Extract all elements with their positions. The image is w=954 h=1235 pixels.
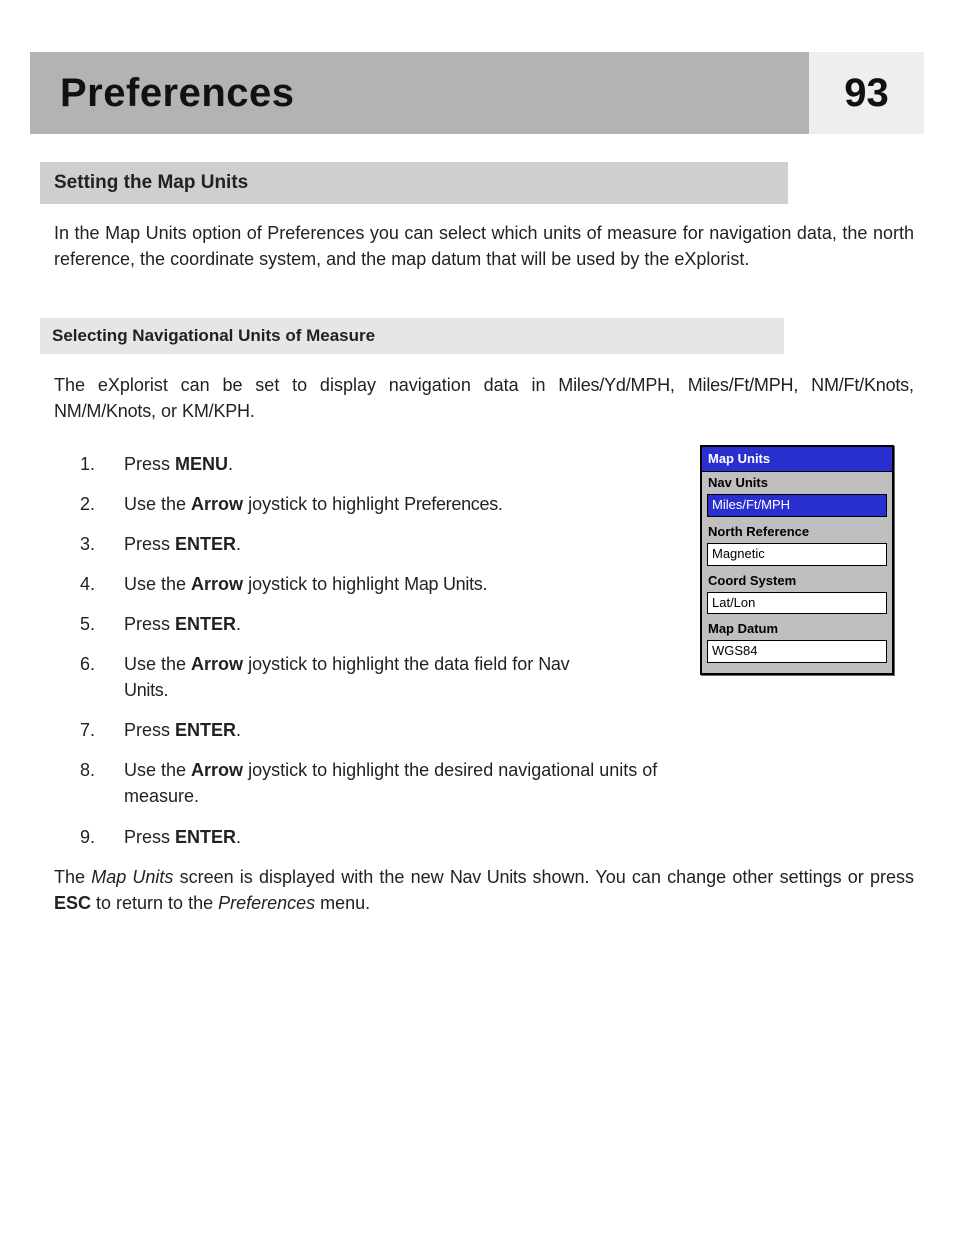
device-row: Coord System Lat/Lon: [702, 570, 892, 615]
lead-sep2: ,: [793, 375, 811, 395]
device-label-map-datum: Map Datum: [702, 618, 892, 639]
section-heading: Setting the Map Units: [40, 162, 788, 204]
step-item: Use the Arrow joystick to highlight Pref…: [80, 491, 604, 517]
lead-sep3: ,: [909, 375, 914, 395]
key-enter: ENTER: [175, 720, 236, 740]
unit-option-5: KM/KPH: [182, 401, 250, 421]
key-arrow: Arrow: [191, 760, 243, 780]
lead-pre: The eXplorist can be set to display navi…: [54, 375, 558, 395]
step-item: Press ENTER.: [80, 611, 604, 637]
unit-option-3: NM/Ft/Knots: [811, 375, 909, 395]
step-item: Use the Arrow joystick to highlight Map …: [80, 571, 604, 597]
device-row: North Reference Magnetic: [702, 521, 892, 566]
step-item: Press ENTER.: [80, 531, 604, 557]
unit-option-4: NM/M/Knots: [54, 401, 151, 421]
device-label-nav-units: Nav Units: [702, 472, 892, 493]
key-enter: ENTER: [175, 827, 236, 847]
step-item: Use the Arrow joystick to highlight the …: [80, 651, 604, 703]
closing-paragraph: The Map Units screen is displayed with t…: [54, 864, 914, 916]
unit-option-2: Miles/Ft/MPH: [688, 375, 794, 395]
term-nav-units: Nav Units: [450, 867, 527, 887]
unit-option-1: Miles/Yd/MPH: [558, 375, 670, 395]
key-arrow: Arrow: [191, 574, 243, 594]
subsection-heading: Selecting Navigational Units of Measure: [40, 318, 784, 355]
step-item: Press ENTER.: [80, 824, 604, 850]
key-arrow: Arrow: [191, 654, 243, 674]
device-value-coord-sys: Lat/Lon: [707, 592, 887, 615]
device-value-north-ref: Magnetic: [707, 543, 887, 566]
term-preferences-italic: Preferences: [218, 893, 315, 913]
step-list: Press MENU. Use the Arrow joystick to hi…: [80, 451, 676, 850]
key-enter: ENTER: [175, 534, 236, 554]
header-title-cell: Preferences: [30, 52, 809, 134]
intro-paragraph: In the Map Units option of Preferences y…: [54, 220, 914, 272]
term-map-units: Map Units: [404, 574, 482, 594]
device-value-nav-units: Miles/Ft/MPH: [707, 494, 887, 517]
lead-post: .: [250, 401, 255, 421]
page-title: Preferences: [60, 71, 295, 115]
page-header: Preferences 93: [0, 0, 954, 134]
device-value-map-datum: WGS84: [707, 640, 887, 663]
device-row: Map Datum WGS84: [702, 618, 892, 663]
device-footer-spacer: [702, 667, 892, 673]
device-screenshot: Map Units Nav Units Miles/Ft/MPH North R…: [700, 445, 894, 676]
key-enter: ENTER: [175, 614, 236, 634]
device-label-coord-sys: Coord System: [702, 570, 892, 591]
lead-sep1: ,: [670, 375, 688, 395]
device-label-north-ref: North Reference: [702, 521, 892, 542]
key-esc: ESC: [54, 893, 91, 913]
lead-sep4: , or: [151, 401, 182, 421]
step-item: Use the Arrow joystick to highlight the …: [80, 757, 676, 809]
step-item: Press ENTER.: [80, 717, 604, 743]
key-arrow: Arrow: [191, 494, 243, 514]
term-preferences: Preferences: [404, 494, 498, 514]
steps-and-device: Press MENU. Use the Arrow joystick to hi…: [40, 437, 914, 864]
step-item: Press MENU.: [80, 451, 604, 477]
page-number: 93: [809, 64, 924, 122]
device-title: Map Units: [702, 447, 892, 473]
lead-paragraph: The eXplorist can be set to display navi…: [54, 372, 914, 424]
steps-column: Press MENU. Use the Arrow joystick to hi…: [40, 437, 676, 864]
header-bar: Preferences 93: [30, 52, 924, 134]
device-row: Nav Units Miles/Ft/MPH: [702, 472, 892, 517]
term-map-units-italic: Map Units: [91, 867, 173, 887]
key-menu: MENU: [175, 454, 228, 474]
page-content: Setting the Map Units In the Map Units o…: [0, 162, 954, 916]
